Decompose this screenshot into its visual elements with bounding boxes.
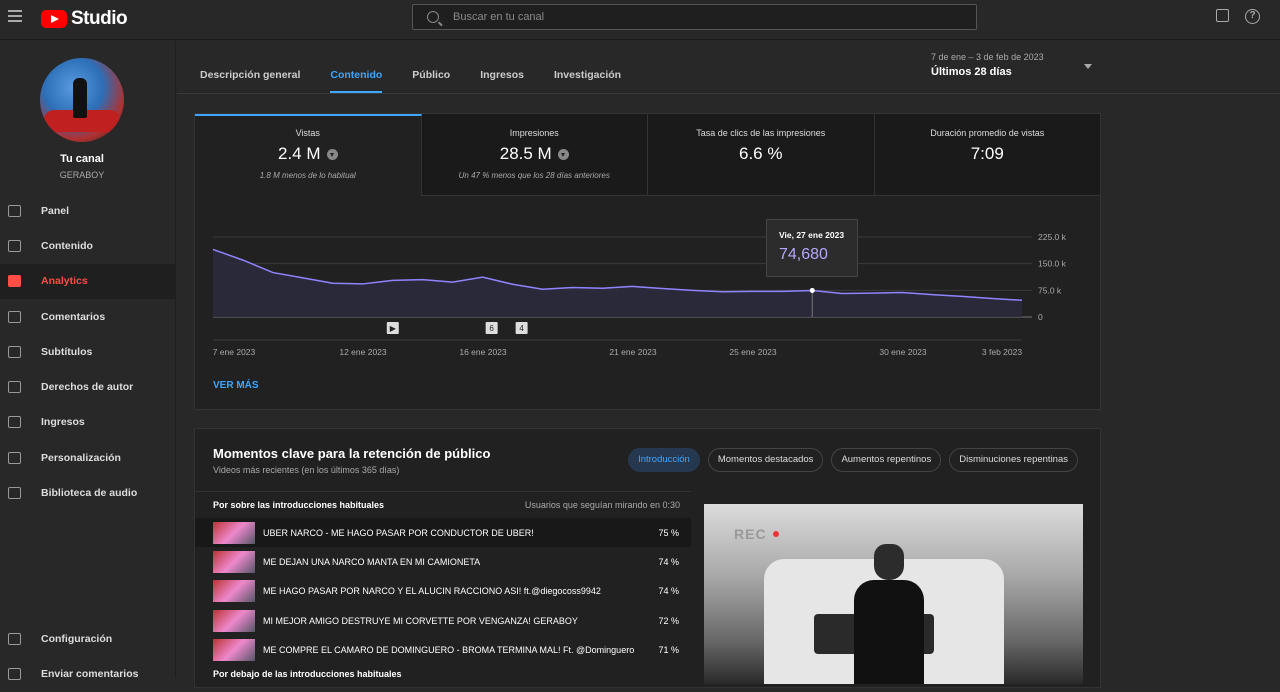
video-preview[interactable]: REC bbox=[704, 504, 1083, 684]
y-tick-label: 75.0 k bbox=[1038, 285, 1062, 295]
retention-filter-pills: Introducción Momentos destacados Aumentos … bbox=[628, 448, 1078, 472]
retention-column-label: Usuarios que seguían mirando en 0:30 bbox=[524, 500, 680, 510]
filter-pill[interactable]: Introducción bbox=[628, 448, 700, 472]
video-marker-label: 6 bbox=[489, 324, 494, 333]
video-thumbnail bbox=[213, 638, 255, 661]
x-tick-label: 12 ene 2023 bbox=[339, 347, 387, 357]
retention-card: Momentos clave para la retención de públ… bbox=[194, 428, 1101, 688]
retention-percent: 75 % bbox=[658, 527, 679, 538]
x-tick-label: 7 ene 2023 bbox=[213, 347, 256, 357]
x-tick-label: 25 ene 2023 bbox=[729, 347, 777, 357]
video-title: ME COMPRE EL CAMARO DE DOMINGUERO - BROM… bbox=[263, 644, 635, 655]
video-thumbnail bbox=[213, 521, 255, 544]
rec-dot-icon bbox=[773, 531, 779, 537]
retention-percent: 74 % bbox=[658, 556, 679, 567]
table-row[interactable]: ME HAGO PASAR POR NARCO Y EL ALUCIN RACC… bbox=[195, 577, 691, 606]
tooltip-value: 74,680 bbox=[779, 246, 828, 263]
data-point bbox=[809, 287, 815, 293]
video-thumbnail bbox=[213, 550, 255, 573]
person-image bbox=[854, 544, 924, 684]
retention-percent: 74 % bbox=[658, 586, 679, 597]
rec-overlay: REC bbox=[734, 526, 767, 542]
table-row[interactable]: MI MEJOR AMIGO DESTRUYE MI CORVETTE POR … bbox=[195, 606, 691, 635]
video-thumbnail bbox=[213, 609, 255, 632]
x-tick-label: 30 ene 2023 bbox=[879, 347, 927, 357]
tooltip-date: Vie, 27 ene 2023 bbox=[779, 230, 845, 240]
video-thumbnail bbox=[213, 580, 255, 603]
table-row[interactable]: ME COMPRE EL CAMARO DE DOMINGUERO - BROM… bbox=[195, 635, 691, 664]
table-row[interactable]: UBER NARCO - ME HAGO PASAR POR CONDUCTOR… bbox=[195, 518, 691, 548]
y-tick-label: 0 bbox=[1038, 312, 1043, 322]
filter-pill[interactable]: Momentos destacados bbox=[707, 448, 824, 472]
x-tick-label: 16 ene 2023 bbox=[459, 347, 507, 357]
retention-subtitle: Videos más recientes (en los últimos 365… bbox=[213, 465, 400, 475]
filter-pill[interactable]: Disminuciones repentinas bbox=[949, 448, 1078, 472]
filter-pill[interactable]: Aumentos repentinos bbox=[831, 448, 942, 472]
video-marker-label: ▶ bbox=[390, 324, 397, 333]
retention-list: UBER NARCO - ME HAGO PASAR POR CONDUCTOR… bbox=[195, 518, 691, 664]
retention-percent: 72 % bbox=[658, 615, 679, 626]
y-tick-label: 150.0 k bbox=[1038, 259, 1067, 269]
x-tick-label: 3 feb 2023 bbox=[982, 347, 1022, 357]
video-marker-label: 4 bbox=[519, 324, 524, 333]
video-title: MI MEJOR AMIGO DESTRUYE MI CORVETTE POR … bbox=[263, 615, 578, 626]
above-intros-label: Por sobre las introducciones habituales bbox=[213, 500, 385, 510]
video-title: UBER NARCO - ME HAGO PASAR POR CONDUCTOR… bbox=[263, 527, 534, 538]
video-title: ME HAGO PASAR POR NARCO Y EL ALUCIN RACC… bbox=[263, 586, 601, 597]
chart-tooltip: Vie, 27 ene 2023 74,680 bbox=[766, 219, 858, 277]
video-title: ME DEJAN UNA NARCO MANTA EN MI CAMIONETA bbox=[263, 556, 481, 567]
table-row[interactable]: ME DEJAN UNA NARCO MANTA EN MI CAMIONETA… bbox=[195, 547, 691, 576]
retention-title: Momentos clave para la retención de públ… bbox=[213, 446, 491, 461]
retention-percent: 71 % bbox=[658, 644, 679, 655]
x-tick-label: 21 ene 2023 bbox=[609, 347, 657, 357]
y-tick-label: 225.0 k bbox=[1038, 232, 1067, 242]
